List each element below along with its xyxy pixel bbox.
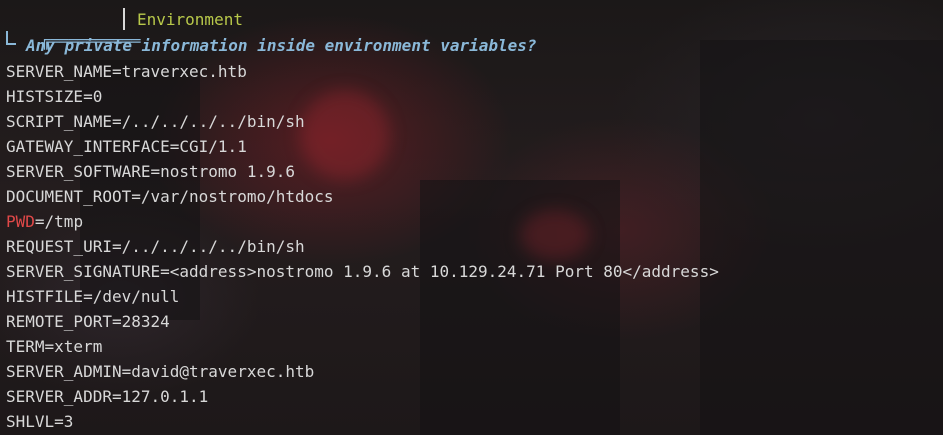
background-building [700,40,943,435]
env-line-histsize: HISTSIZE=0 [6,87,103,106]
env-value: =/tmp [34,212,84,231]
terminal-window[interactable]: ╔══════════ Environment Any private info… [0,0,943,435]
background-glow [300,90,390,180]
env-line-server-admin: SERVER_ADMIN=david@traverxec.htb [6,362,315,381]
background-glow [520,210,590,260]
env-line-server-software: SERVER_SOFTWARE=nostromo 1.9.6 [6,162,295,181]
env-line-term: TERM=xterm [6,337,103,356]
env-line-server-signature: SERVER_SIGNATURE=<address>nostromo 1.9.6… [6,262,719,281]
section-header-bar [123,8,125,30]
env-line-request-uri: REQUEST_URI=/../../../../bin/sh [6,237,305,256]
env-line-remote-port: REMOTE_PORT=28324 [6,312,170,331]
env-line-histfile: HISTFILE=/dev/null [6,287,180,306]
env-line-server-addr: SERVER_ADDR=127.0.1.1 [6,387,209,406]
background-building [420,180,620,435]
section-corner-connector [6,31,16,45]
env-line-shlvl: SHLVL=3 [6,412,74,431]
env-line-gateway-interface: GATEWAY_INTERFACE=CGI/1.1 [6,137,247,156]
env-line-pwd: PWD=/tmp [6,209,83,234]
section-title: Environment [137,10,243,29]
env-line-script-name: SCRIPT_NAME=/../../../../bin/sh [6,112,305,131]
section-header-box: ╔══════════ [5,8,140,50]
env-line-server-name: SERVER_NAME=traverxec.htb [6,62,247,81]
env-key-highlighted: PWD [6,212,35,231]
section-question: Any private information inside environme… [26,36,537,55]
env-line-document-root: DOCUMENT_ROOT=/var/nostromo/htdocs [6,187,334,206]
